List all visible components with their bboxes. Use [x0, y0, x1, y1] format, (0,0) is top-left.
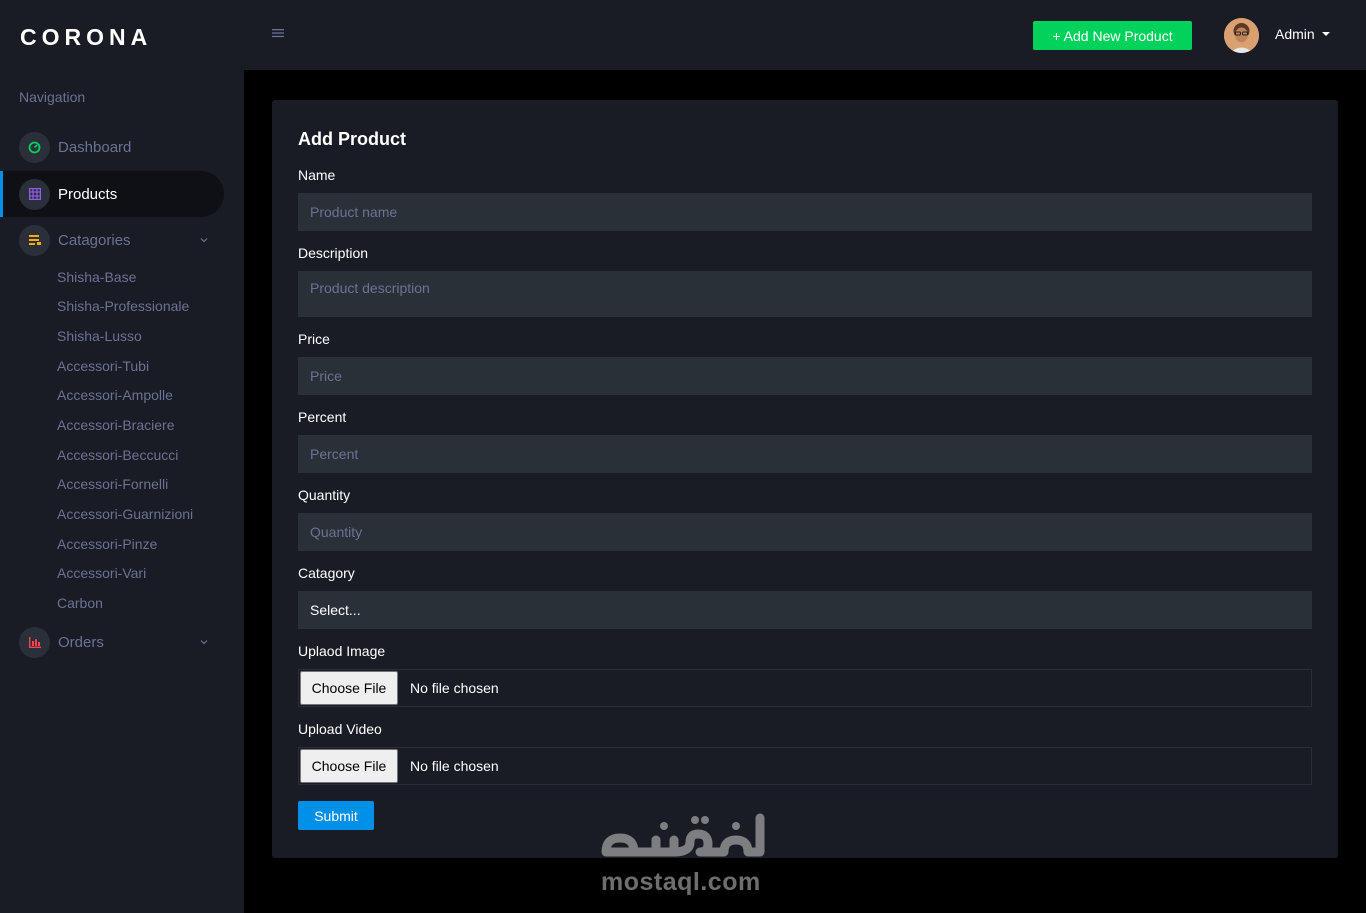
- quantity-input[interactable]: [298, 513, 1312, 551]
- sidebar-item-label: Dashboard: [58, 138, 132, 156]
- category-link[interactable]: Accessori-Pinze: [57, 536, 157, 552]
- category-link[interactable]: Accessori-Beccucci: [57, 447, 178, 463]
- sidebar-item-label: Products: [58, 185, 118, 203]
- sidebar-item-label: Orders: [58, 633, 104, 651]
- description-label: Description: [298, 245, 369, 261]
- mostaql-watermark: mostaql.com: [598, 810, 768, 896]
- chevron-down-icon: [200, 238, 208, 243]
- quantity-label: Quantity: [298, 487, 351, 503]
- category-link[interactable]: Accessori-Vari: [57, 565, 146, 581]
- image-file-input[interactable]: Choose File No file chosen: [298, 669, 1312, 707]
- category-link[interactable]: Accessori-Guarnizioni: [57, 506, 193, 522]
- submit-button[interactable]: Submit: [298, 801, 374, 830]
- speedometer-icon: [19, 131, 50, 163]
- topbar: + Add New Product Admin: [244, 0, 1366, 70]
- sidebar-item-orders[interactable]: Orders: [0, 619, 224, 665]
- category-link[interactable]: Shisha-Base: [57, 269, 136, 285]
- product-name-input[interactable]: [298, 193, 1312, 231]
- playlist-icon: [19, 224, 50, 256]
- product-description-input[interactable]: [298, 271, 1312, 317]
- add-product-card: Add Product Name Description Price Perce…: [272, 100, 1338, 858]
- chevron-down-icon: [200, 640, 208, 645]
- category-label: Catagory: [298, 565, 355, 581]
- sidebar-item-label: Catagories: [58, 231, 131, 249]
- video-file-input[interactable]: Choose File No file chosen: [298, 747, 1312, 785]
- category-link[interactable]: Carbon: [57, 595, 103, 611]
- bar-chart-icon: [19, 626, 50, 658]
- table-grid-icon: [19, 178, 50, 210]
- sidebar-item-products[interactable]: Products: [0, 171, 224, 217]
- name-label: Name: [298, 167, 336, 183]
- image-upload-label: Uplaod Image: [298, 643, 386, 659]
- category-link[interactable]: Accessori-Braciere: [57, 417, 174, 433]
- image-file-status: No file chosen: [410, 680, 499, 696]
- watermark-text: mostaql.com: [601, 868, 761, 896]
- percent-label: Percent: [298, 409, 347, 425]
- profile-name[interactable]: Admin: [1275, 26, 1315, 42]
- caret-down-icon[interactable]: [1322, 32, 1330, 36]
- category-link[interactable]: Accessori-Tubi: [57, 358, 149, 374]
- price-label: Price: [298, 331, 330, 347]
- percent-input[interactable]: [298, 435, 1312, 473]
- category-select[interactable]: Select...: [298, 591, 1312, 629]
- sidebar-item-dashboard[interactable]: Dashboard: [0, 124, 224, 170]
- card-title: Add Product: [298, 129, 406, 149]
- add-new-product-button[interactable]: + Add New Product: [1033, 21, 1192, 50]
- brand-logo[interactable]: CORONA: [20, 24, 152, 51]
- category-link[interactable]: Shisha-Lusso: [57, 328, 142, 344]
- video-file-status: No file chosen: [410, 758, 499, 774]
- category-link[interactable]: Accessori-Fornelli: [57, 476, 168, 492]
- hamburger-menu-icon[interactable]: [272, 28, 284, 38]
- sidebar: CORONA Navigation Dashboard Products Cat…: [0, 0, 244, 913]
- price-input[interactable]: [298, 357, 1312, 395]
- category-link[interactable]: Shisha-Professionale: [57, 298, 189, 314]
- sidebar-item-catagories[interactable]: Catagories: [0, 217, 224, 263]
- category-link[interactable]: Accessori-Ampolle: [57, 387, 173, 403]
- choose-image-button[interactable]: Choose File: [300, 671, 398, 705]
- nav-heading: Navigation: [19, 89, 86, 105]
- choose-video-button[interactable]: Choose File: [300, 749, 398, 783]
- watermark-arabic-logo: [601, 813, 765, 857]
- category-select-value: Select...: [310, 602, 361, 618]
- video-upload-label: Upload Video: [298, 721, 382, 737]
- avatar[interactable]: [1224, 18, 1259, 53]
